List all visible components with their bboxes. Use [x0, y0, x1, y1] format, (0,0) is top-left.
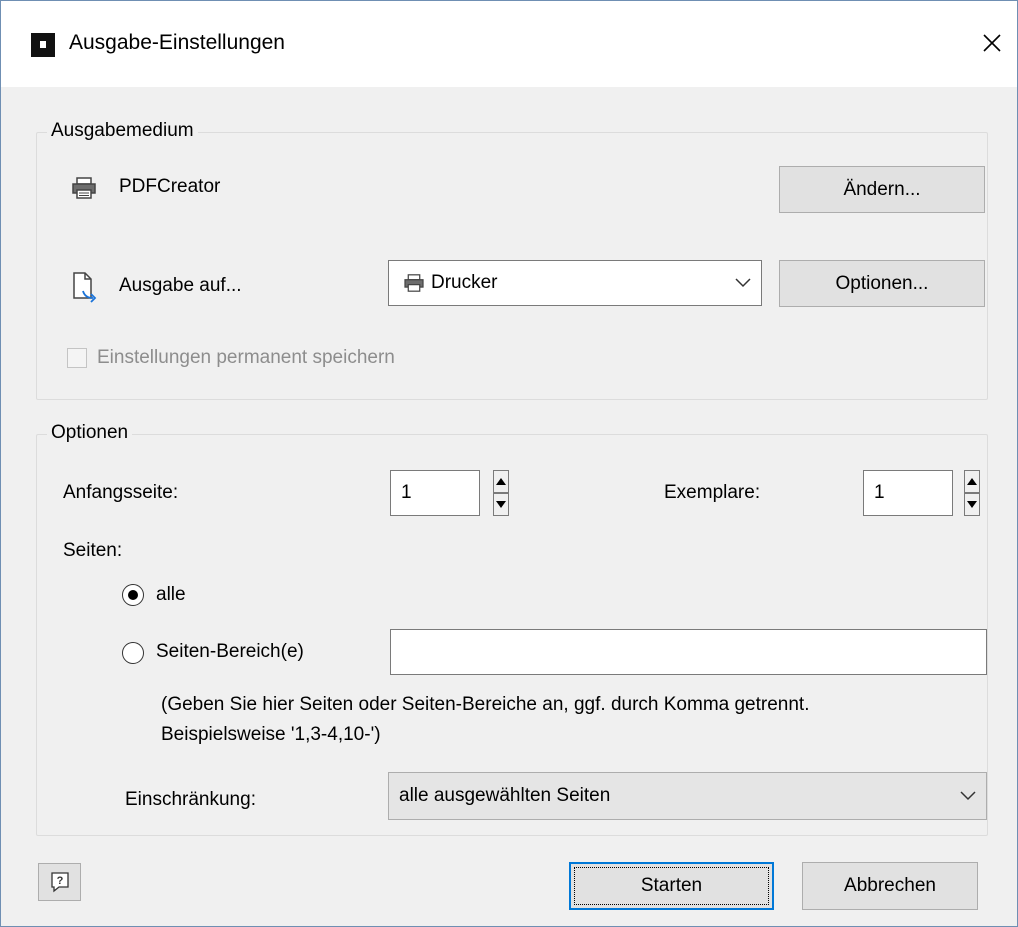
pages-label: Seiten: [63, 540, 123, 561]
copies-down-button[interactable] [964, 493, 980, 516]
focus-rectangle [574, 867, 769, 905]
start-page-value: 1 [401, 482, 412, 503]
chevron-down-icon [735, 278, 751, 288]
page-range-hint-line1: (Geben Sie hier Seiten oder Seiten-Berei… [161, 694, 810, 715]
radio-all-pages-label: alle [156, 584, 186, 605]
save-permanent-label: Einstellungen permanent speichern [97, 347, 395, 368]
output-target-value: Drucker [431, 272, 498, 293]
dialog-window: Ausgabe-Einstellungen Ausgabemedium PDFC… [0, 0, 1018, 927]
radio-page-range-label: Seiten-Bereich(e) [156, 641, 304, 662]
cancel-button[interactable]: Abbrechen [802, 862, 978, 910]
arrow-down-icon [496, 501, 506, 508]
copies-value: 1 [874, 482, 885, 503]
close-icon [983, 34, 1001, 52]
restriction-value: alle ausgewählten Seiten [399, 785, 611, 806]
start-page-label: Anfangsseite: [63, 482, 179, 503]
close-button[interactable] [967, 19, 1017, 67]
copies-input[interactable]: 1 [863, 470, 953, 516]
chevron-down-icon [960, 791, 976, 801]
options-group-title: Optionen [47, 422, 133, 444]
radio-all-pages[interactable] [122, 584, 144, 606]
save-permanent-checkbox[interactable] [67, 348, 87, 368]
radio-page-range[interactable] [122, 642, 144, 664]
svg-text:?: ? [56, 875, 63, 887]
output-target-select[interactable]: Drucker [388, 260, 762, 306]
restriction-select[interactable]: alle ausgewählten Seiten [388, 772, 987, 820]
copies-label: Exemplare: [664, 482, 761, 503]
output-options-button[interactable]: Optionen... [779, 260, 985, 307]
start-page-spinner[interactable] [493, 470, 509, 516]
window-title: Ausgabe-Einstellungen [69, 31, 285, 54]
arrow-up-icon [496, 478, 506, 485]
cancel-button-label: Abbrechen [844, 875, 936, 896]
page-range-hint-line2: Beispielsweise '1,3-4,10-') [161, 724, 381, 745]
arrow-up-icon [967, 478, 977, 485]
printer-icon [404, 274, 424, 292]
change-printer-button-label: Ändern... [843, 178, 921, 200]
start-page-input[interactable]: 1 [390, 470, 480, 516]
printer-icon [72, 177, 96, 199]
start-page-up-button[interactable] [493, 470, 509, 493]
app-logo-icon [31, 33, 55, 57]
printer-name: PDFCreator [119, 176, 221, 197]
change-printer-button[interactable]: Ändern... [779, 166, 985, 213]
output-medium-group-title: Ausgabemedium [47, 120, 198, 142]
copies-up-button[interactable] [964, 470, 980, 493]
help-button[interactable]: ? [38, 863, 81, 901]
copies-spinner[interactable] [964, 470, 980, 516]
page-range-input[interactable] [390, 629, 987, 675]
restriction-label: Einschränkung: [125, 789, 256, 810]
document-export-icon [73, 272, 97, 303]
title-bar: Ausgabe-Einstellungen [1, 1, 1017, 87]
output-to-label: Ausgabe auf... [119, 275, 242, 296]
arrow-down-icon [967, 501, 977, 508]
start-button[interactable]: Starten [569, 862, 774, 910]
start-page-down-button[interactable] [493, 493, 509, 516]
output-options-button-label: Optionen... [835, 272, 929, 294]
help-icon: ? [50, 872, 69, 893]
